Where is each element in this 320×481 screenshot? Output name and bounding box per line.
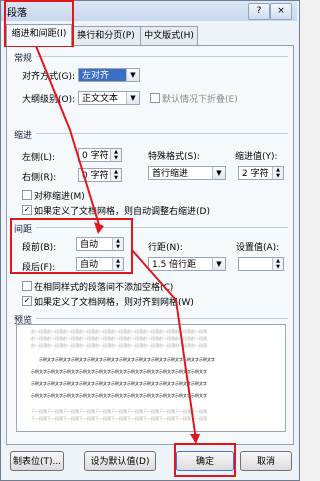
arrow-head-icon [190, 434, 200, 444]
red-arrow-path [35, 45, 197, 441]
tab-indent-spacing[interactable]: 缩进和间距(I) [6, 24, 72, 46]
red-arrows [35, 45, 200, 444]
